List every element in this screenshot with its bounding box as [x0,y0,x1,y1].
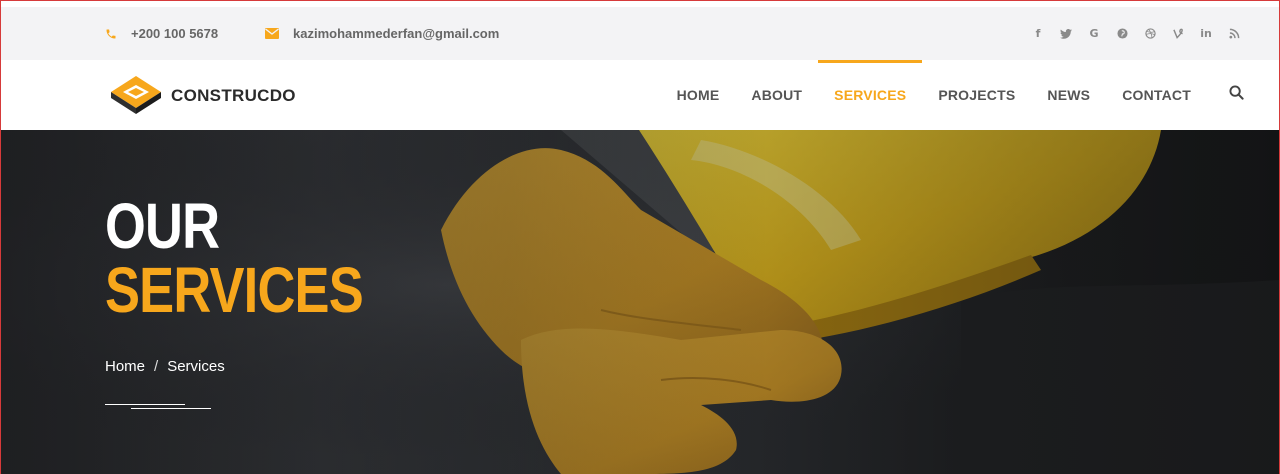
breadcrumb-current: Services [167,358,225,375]
nav-news[interactable]: NEWS [1031,60,1106,130]
breadcrumb-separator: / [154,358,159,375]
nav-contact[interactable]: CONTACT [1106,60,1207,130]
envelope-icon [265,28,279,39]
nav-services[interactable]: SERVICES [818,60,923,130]
logo-icon [109,74,163,119]
decorative-line [131,408,211,409]
page-title: OUR SERVICES [105,190,364,326]
dribbble-icon[interactable] [1143,27,1157,41]
google-icon[interactable]: G [1087,27,1101,41]
page-title-line2: SERVICES [105,254,364,326]
phone-icon [105,28,117,40]
facebook-icon[interactable]: f [1031,27,1045,41]
social-links: f G in [1031,7,1241,60]
vine-icon[interactable] [1171,27,1185,41]
main-navbar: CONSTRUCDO HOME ABOUT SERVICES PROJECTS … [1,60,1279,130]
nav-about[interactable]: ABOUT [735,60,818,130]
breadcrumb-home[interactable]: Home [105,358,145,375]
rss-icon[interactable] [1227,27,1241,41]
phone-number: +200 100 5678 [131,26,219,41]
nav-projects[interactable]: PROJECTS [922,60,1031,130]
twitter-icon[interactable] [1059,27,1073,41]
linkedin-icon[interactable]: in [1199,27,1213,41]
search-button[interactable] [1211,60,1261,130]
email-address: kazimohammederfan@gmail.com [293,26,500,41]
main-menu: HOME ABOUT SERVICES PROJECTS NEWS CONTAC… [661,60,1279,130]
breadcrumb: Home / Services [105,358,225,375]
pinterest-icon[interactable] [1115,27,1129,41]
search-icon [1228,85,1244,105]
brand-name: CONSTRUCDO [171,86,296,105]
top-info-bar: +200 100 5678 kazimohammederfan@gmail.co… [1,1,1279,60]
phone-contact[interactable]: +200 100 5678 [105,7,218,60]
page-title-line1: OUR [105,190,220,262]
decorative-line [105,404,185,405]
email-contact[interactable]: kazimohammederfan@gmail.com [265,7,499,60]
hero-banner: OUR SERVICES Home / Services [1,130,1279,474]
brand-logo[interactable]: CONSTRUCDO [109,74,296,119]
nav-home[interactable]: HOME [661,60,736,130]
